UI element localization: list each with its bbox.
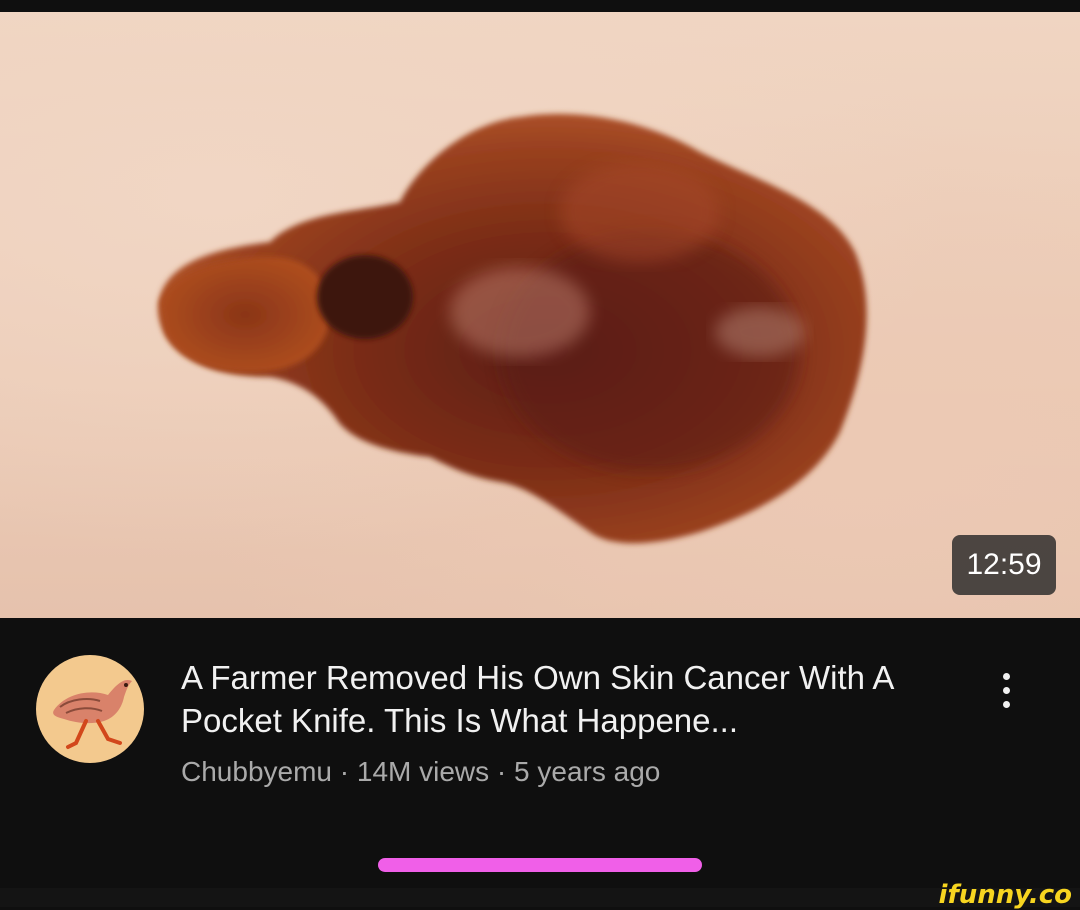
bottom-bar <box>0 888 1080 907</box>
bird-icon <box>53 679 133 749</box>
video-thumbnail[interactable]: 12:59 <box>0 12 1080 618</box>
dot <box>1002 686 1010 694</box>
status-strip <box>0 0 1080 12</box>
channel-name[interactable]: Chubbyemu <box>181 756 332 787</box>
dot <box>1002 700 1010 708</box>
video-title[interactable]: A Farmer Removed His Own Skin Cancer Wit… <box>181 656 961 742</box>
thumbnail-image <box>158 113 867 544</box>
duration-badge: 12:59 <box>952 535 1056 595</box>
gesture-bar[interactable] <box>378 858 702 872</box>
meta-separator: · <box>489 756 515 787</box>
meta-separator: · <box>331 756 357 787</box>
upload-age: 5 years ago <box>514 756 661 787</box>
dot <box>1002 672 1010 680</box>
more-vertical-icon[interactable] <box>984 660 1028 720</box>
channel-avatar[interactable] <box>36 655 144 763</box>
video-info: A Farmer Removed His Own Skin Cancer Wit… <box>0 618 1080 888</box>
view-count: 14M views <box>356 756 490 787</box>
watermark: ifunny.co <box>938 880 1072 910</box>
video-meta: Chubbyemu · 14M views · 5 years ago <box>181 754 660 790</box>
